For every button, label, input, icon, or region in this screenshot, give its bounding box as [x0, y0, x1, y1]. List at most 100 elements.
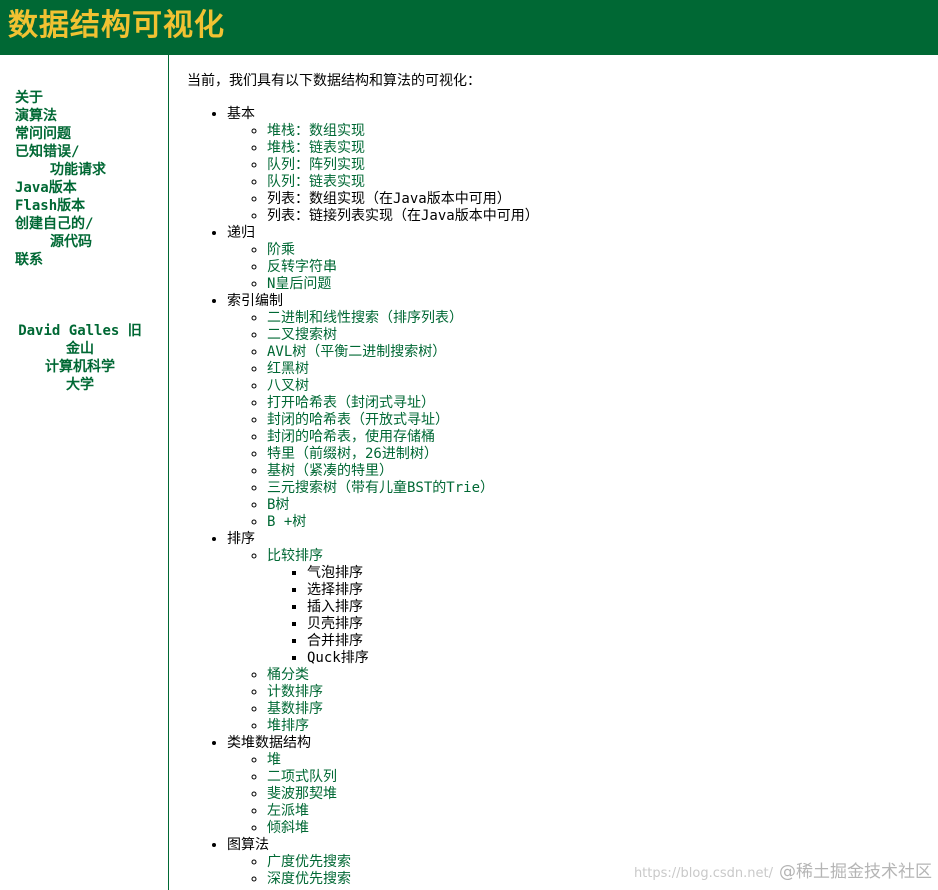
author-name: David Galles 旧: [18, 323, 142, 339]
viz-link[interactable]: 基树（紧凑的特里）: [267, 463, 393, 479]
nav-java-version[interactable]: Java版本: [15, 180, 77, 196]
viz-link[interactable]: AVL树（平衡二进制搜索树）: [267, 344, 446, 360]
section-title: 类堆数据结构: [227, 735, 311, 751]
viz-link[interactable]: 阶乘: [267, 242, 295, 258]
list-item: 八叉树: [267, 378, 932, 395]
nav-algorithms[interactable]: 演算法: [15, 108, 57, 124]
viz-link[interactable]: 计数排序: [267, 684, 323, 700]
list-item: 堆栈：数组实现: [267, 123, 932, 140]
nav-known-bugs[interactable]: 已知错误/: [15, 144, 79, 160]
viz-link[interactable]: 堆栈：链表实现: [267, 140, 365, 156]
author-info: David Galles 旧 金山 计算机科学 大学: [0, 322, 160, 394]
list-item: 堆栈：链表实现: [267, 140, 932, 157]
list-item: 二叉搜索树: [267, 327, 932, 344]
list-item: 桶分类: [267, 667, 932, 684]
list-item: 红黑树: [267, 361, 932, 378]
viz-link[interactable]: 三元搜索树（带有儿童BST的Trie）: [267, 480, 494, 496]
viz-link[interactable]: 列表：链接列表实现（在Java版本中可用）: [267, 208, 539, 224]
nav-contact[interactable]: 联系: [15, 252, 43, 268]
viz-link[interactable]: 八叉树: [267, 378, 309, 394]
section-sorting: 排序 比较排序 气泡排序 选择排序 插入排序 贝壳排序 合并排序 Quck排序 …: [227, 531, 932, 735]
nav-source-code[interactable]: 源代码: [50, 234, 92, 250]
section-title: 基本: [227, 106, 255, 122]
author-city: 金山: [66, 341, 94, 357]
viz-link[interactable]: B +树: [267, 514, 306, 530]
viz-link[interactable]: 基数排序: [267, 701, 323, 717]
list-item: N皇后问题: [267, 276, 932, 293]
viz-link[interactable]: N皇后问题: [267, 276, 331, 292]
main-content: 当前，我们具有以下数据结构和算法的可视化： 基本 堆栈：数组实现 堆栈：链表实现…: [187, 72, 932, 888]
nav-feature-requests[interactable]: 功能请求: [50, 162, 106, 178]
list-item: 左派堆: [267, 803, 932, 820]
list-item: 列表：数组实现（在Java版本中可用）: [267, 191, 932, 208]
nav-flash-version[interactable]: Flash版本: [15, 198, 85, 214]
viz-link[interactable]: 插入排序: [307, 599, 363, 615]
section-recursion: 递归 阶乘 反转字符串 N皇后问题: [227, 225, 932, 293]
viz-link[interactable]: 堆栈：数组实现: [267, 123, 365, 139]
viz-link[interactable]: 倾斜堆: [267, 820, 309, 836]
nav-about[interactable]: 关于: [15, 90, 43, 106]
viz-link[interactable]: 二进制和线性搜索（排序列表）: [267, 310, 463, 326]
viz-link[interactable]: B树: [267, 497, 289, 513]
viz-link[interactable]: 反转字符串: [267, 259, 337, 275]
viz-link[interactable]: 队列：链表实现: [267, 174, 365, 190]
list-item: 阶乘: [267, 242, 932, 259]
list-item: 特里（前缀树，26进制树）: [267, 446, 932, 463]
list-item: 打开哈希表（封闭式寻址）: [267, 395, 932, 412]
page-title: 数据结构可视化: [8, 8, 225, 43]
list-item: 队列：阵列实现: [267, 157, 932, 174]
viz-link[interactable]: 比较排序: [267, 548, 323, 564]
list-item: 三元搜索树（带有儿童BST的Trie）: [267, 480, 932, 497]
list-item: B树: [267, 497, 932, 514]
list-item: 反转字符串: [267, 259, 932, 276]
list-item: 队列：链表实现: [267, 174, 932, 191]
author-dept: 计算机科学: [45, 359, 115, 375]
viz-link[interactable]: 堆排序: [267, 718, 309, 734]
section-heaps: 类堆数据结构 堆 二项式队列 斐波那契堆 左派堆 倾斜堆: [227, 735, 932, 837]
viz-link[interactable]: 堆: [267, 752, 281, 768]
viz-link[interactable]: 封闭的哈希表，使用存储桶: [267, 429, 435, 445]
viz-link[interactable]: 封闭的哈希表（开放式寻址）: [267, 412, 449, 428]
viz-link[interactable]: 桶分类: [267, 667, 309, 683]
section-indexing: 索引编制 二进制和线性搜索（排序列表） 二叉搜索树 AVL树（平衡二进制搜索树）…: [227, 293, 932, 531]
intro-text: 当前，我们具有以下数据结构和算法的可视化：: [187, 73, 481, 89]
section-title: 索引编制: [227, 293, 283, 309]
list-item: AVL树（平衡二进制搜索树）: [267, 344, 932, 361]
viz-link[interactable]: 选择排序: [307, 582, 363, 598]
list-item: 斐波那契堆: [267, 786, 932, 803]
list-item: 堆: [267, 752, 932, 769]
section-list: 基本 堆栈：数组实现 堆栈：链表实现 队列：阵列实现 队列：链表实现 列表：数组…: [187, 106, 932, 888]
list-item: 封闭的哈希表（开放式寻址）: [267, 412, 932, 429]
section-title: 图算法: [227, 837, 269, 853]
nav-faq[interactable]: 常问问题: [15, 126, 71, 142]
viz-link[interactable]: 气泡排序: [307, 565, 363, 581]
watermark-url: https://blog.csdn.net/: [633, 866, 773, 881]
viz-link[interactable]: 特里（前缀树，26进制树）: [267, 446, 438, 462]
list-item: 合并排序: [307, 633, 932, 650]
list-item: 二进制和线性搜索（排序列表）: [267, 310, 932, 327]
viz-link[interactable]: 左派堆: [267, 803, 309, 819]
list-item: 计数排序: [267, 684, 932, 701]
list-item: 基数排序: [267, 701, 932, 718]
viz-link[interactable]: 合并排序: [307, 633, 363, 649]
viz-link[interactable]: 打开哈希表（封闭式寻址）: [267, 395, 435, 411]
viz-link[interactable]: Quck排序: [307, 650, 369, 666]
viz-link[interactable]: 二叉搜索树: [267, 327, 337, 343]
viz-link[interactable]: 红黑树: [267, 361, 309, 377]
viz-link[interactable]: 广度优先搜索: [267, 854, 351, 870]
list-item: 贝壳排序: [307, 616, 932, 633]
viz-link[interactable]: 贝壳排序: [307, 616, 363, 632]
list-item: 气泡排序: [307, 565, 932, 582]
viz-link[interactable]: 二项式队列: [267, 769, 337, 785]
viz-link[interactable]: 列表：数组实现（在Java版本中可用）: [267, 191, 511, 207]
section-title: 排序: [227, 531, 255, 547]
list-item: 列表：链接列表实现（在Java版本中可用）: [267, 208, 932, 225]
list-item: 二项式队列: [267, 769, 932, 786]
viz-link[interactable]: 队列：阵列实现: [267, 157, 365, 173]
list-item: B +树: [267, 514, 932, 531]
header: 数据结构可视化: [0, 0, 938, 55]
viz-link[interactable]: 斐波那契堆: [267, 786, 337, 802]
nav-create-your-own[interactable]: 创建自己的/: [15, 216, 93, 232]
viz-link[interactable]: 深度优先搜索: [267, 871, 351, 887]
list-item: 封闭的哈希表，使用存储桶: [267, 429, 932, 446]
